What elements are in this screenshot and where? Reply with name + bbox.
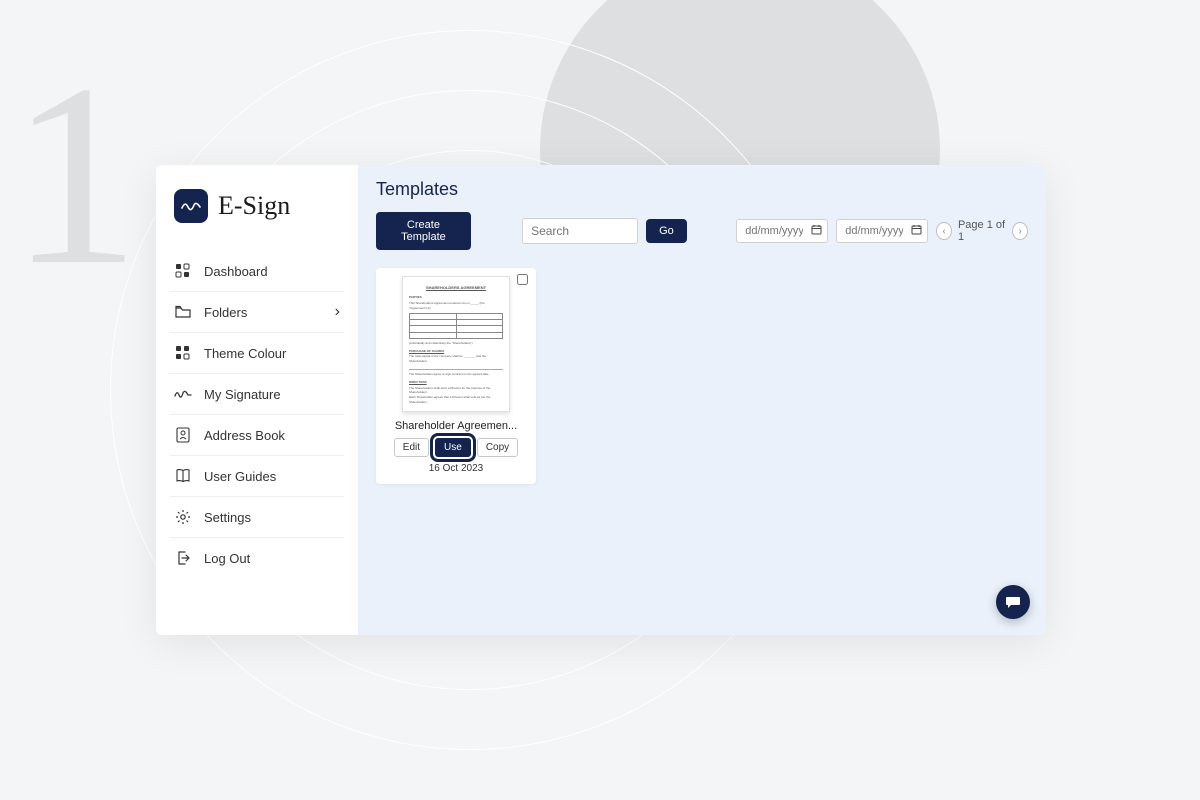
- sidebar-item-logout[interactable]: Log Out: [170, 538, 344, 578]
- copy-button[interactable]: Copy: [477, 438, 518, 457]
- pager: ‹ Page 1 of 1 ›: [936, 219, 1028, 243]
- date-from-input[interactable]: [736, 219, 828, 243]
- create-template-button[interactable]: Create Template: [376, 212, 471, 250]
- sidebar-item-settings[interactable]: Settings: [170, 497, 344, 538]
- template-date: 16 Oct 2023: [384, 463, 528, 474]
- sidebar-item-label: Theme Colour: [204, 346, 286, 361]
- chat-icon: [1005, 594, 1021, 610]
- page-title: Templates: [376, 179, 1028, 200]
- sidebar-item-label: User Guides: [204, 469, 276, 484]
- sidebar-item-label: My Signature: [204, 387, 281, 402]
- bg-step-number: 1: [10, 45, 140, 305]
- logout-icon: [174, 549, 192, 567]
- template-checkbox[interactable]: [517, 274, 528, 285]
- pager-next-button[interactable]: ›: [1012, 222, 1028, 240]
- sidebar-item-label: Address Book: [204, 428, 285, 443]
- sidebar-item-label: Folders: [204, 305, 247, 320]
- addressbook-icon: [174, 426, 192, 444]
- sidebar-item-label: Settings: [204, 510, 251, 525]
- brand-logo: E-Sign: [170, 189, 344, 223]
- template-card: SHAREHOLDERS AGREEMENT PARTIES This Shar…: [376, 268, 536, 484]
- document-thumbnail[interactable]: SHAREHOLDERS AGREEMENT PARTIES This Shar…: [402, 276, 510, 412]
- sidebar-item-label: Dashboard: [204, 264, 268, 279]
- app-window: E-Sign Dashboard Folders › Theme Col: [156, 165, 1046, 635]
- dashboard-icon: [174, 262, 192, 280]
- chat-button[interactable]: [996, 585, 1030, 619]
- use-button[interactable]: Use: [435, 438, 471, 457]
- chevron-right-icon: ›: [335, 303, 340, 321]
- sidebar-item-guides[interactable]: User Guides: [170, 456, 344, 497]
- edit-button[interactable]: Edit: [394, 438, 429, 457]
- sidebar-item-signature[interactable]: My Signature: [170, 374, 344, 415]
- date-to-input[interactable]: [836, 219, 928, 243]
- folder-icon: [174, 303, 192, 321]
- search-input[interactable]: [522, 218, 638, 244]
- sidebar-item-theme[interactable]: Theme Colour: [170, 333, 344, 374]
- toolbar: Create Template Go ‹ Page 1 of 1 ›: [376, 212, 1028, 250]
- pager-prev-button[interactable]: ‹: [936, 222, 952, 240]
- sidebar-item-folders[interactable]: Folders ›: [170, 292, 344, 333]
- sidebar-item-addressbook[interactable]: Address Book: [170, 415, 344, 456]
- sidebar: E-Sign Dashboard Folders › Theme Col: [156, 165, 358, 635]
- go-button[interactable]: Go: [646, 219, 687, 243]
- brand-name: E-Sign: [218, 191, 290, 221]
- brand-badge-icon: [174, 189, 208, 223]
- sidebar-item-label: Log Out: [204, 551, 250, 566]
- signature-icon: [174, 385, 192, 403]
- template-title: Shareholder Agreemen...: [384, 420, 528, 432]
- pager-text: Page 1 of 1: [958, 219, 1006, 243]
- theme-icon: [174, 344, 192, 362]
- nav-list: Dashboard Folders › Theme Colour My Sig: [170, 251, 344, 578]
- gear-icon: [174, 508, 192, 526]
- main-content: Templates Create Template Go ‹ Pag: [358, 165, 1046, 635]
- book-icon: [174, 467, 192, 485]
- sidebar-item-dashboard[interactable]: Dashboard: [170, 251, 344, 292]
- template-actions: Edit Use Copy: [384, 438, 528, 457]
